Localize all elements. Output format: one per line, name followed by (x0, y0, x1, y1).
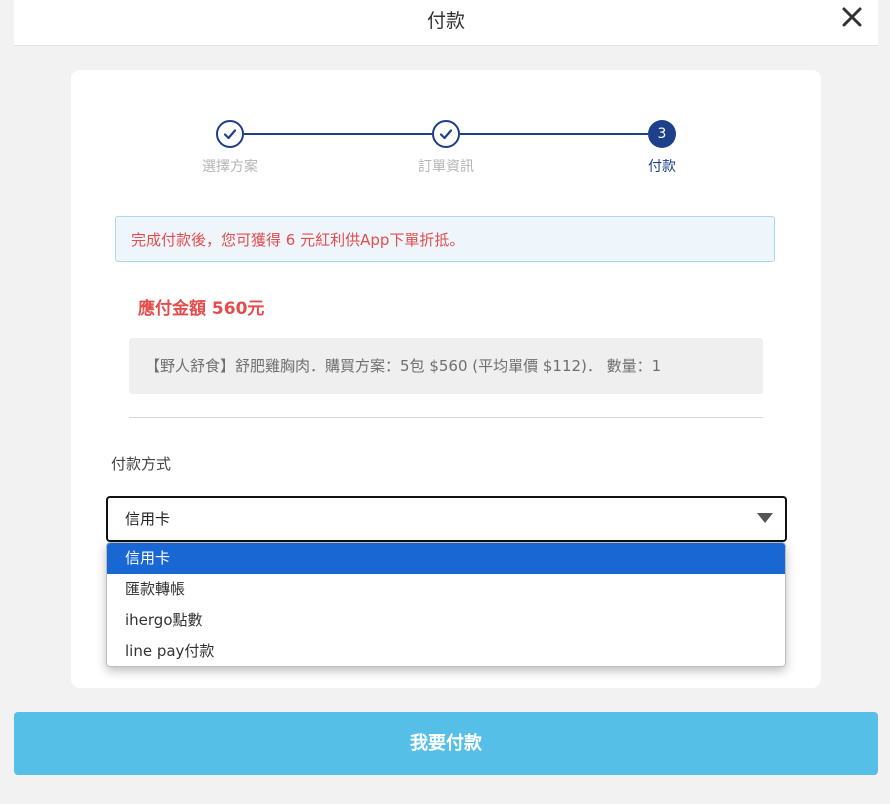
payment-option-line-pay[interactable]: line pay付款 (107, 636, 785, 666)
payment-option-credit-card[interactable]: 信用卡 (107, 543, 785, 574)
order-summary: 【野人舒食】舒肥雞胸肉．購買方案：5包 $560 (平均單價 $112)． 數量… (129, 338, 763, 394)
payment-method-dropdown: 信用卡 匯款轉帳 ihergo點數 line pay付款 (106, 542, 786, 667)
close-button[interactable] (840, 4, 864, 30)
payment-method-select[interactable]: 信用卡 (106, 496, 787, 542)
pay-button[interactable]: 我要付款 (14, 712, 878, 775)
modal-header: 付款 (14, 0, 878, 46)
stepper-connector (244, 133, 432, 135)
amount-due: 應付金額 560元 (138, 299, 265, 319)
modal-title: 付款 (426, 10, 465, 32)
check-icon (223, 129, 237, 140)
check-icon (439, 129, 453, 140)
payment-method-selected-value: 信用卡 (125, 510, 171, 528)
close-icon (842, 7, 862, 27)
step-2-label: 訂單資訊 (418, 159, 474, 175)
payment-option-ihergo-points[interactable]: ihergo點數 (107, 605, 785, 636)
step-3-circle: 3 (648, 120, 676, 148)
bonus-notice: 完成付款後，您可獲得 6 元紅利供App下單折抵。 (115, 216, 775, 262)
payment-option-bank-transfer[interactable]: 匯款轉帳 (107, 574, 785, 605)
payment-method-label: 付款方式 (111, 455, 172, 473)
divider (129, 417, 763, 418)
dropdown-arrow-icon (757, 513, 773, 523)
step-2-circle (432, 120, 460, 148)
step-1-circle (216, 120, 244, 148)
stepper-connector (460, 133, 648, 135)
step-3-label: 付款 (648, 159, 676, 175)
step-1-label: 選擇方案 (202, 159, 258, 175)
